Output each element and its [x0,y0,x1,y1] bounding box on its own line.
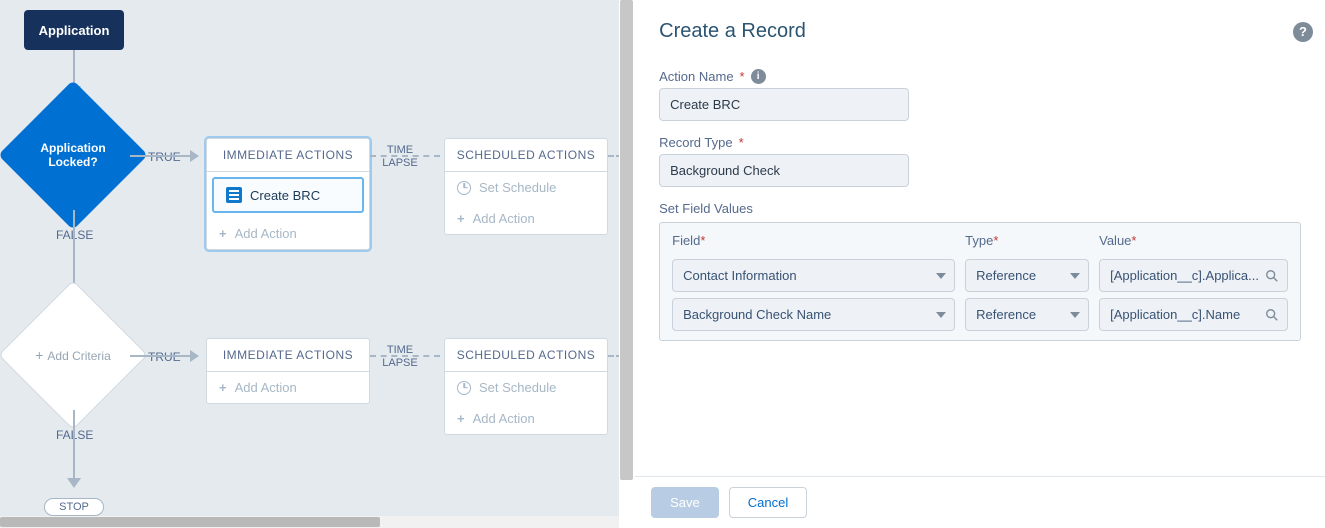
connector [130,155,190,157]
record-type-label: Record Type [659,135,732,150]
record-type-input[interactable]: Background Check [659,154,909,187]
panel-title: Create a Record [659,20,806,43]
chevron-down-icon [1070,273,1080,279]
connector [130,355,190,357]
scheduled-actions-box-2[interactable]: SCHEDULED ACTIONS Set Schedule + Add Act… [444,338,608,435]
plus-icon: + [219,226,227,241]
required-asterisk: * [739,135,744,150]
value-lookup[interactable]: [Application__c].Applica... [1099,259,1288,292]
criteria-node-application-locked[interactable]: Application Locked? [20,102,126,208]
search-icon [1265,308,1279,322]
clock-icon [457,381,471,395]
add-criteria-label: Add Criteria [47,349,110,363]
time-lapse-label: TIME LAPSE [380,144,420,170]
set-schedule-button[interactable]: Set Schedule [445,372,607,403]
set-field-values-label: Set Field Values [659,201,1301,216]
add-action-label: Add Action [473,211,535,226]
process-canvas[interactable]: Application Application Locked? TRUE FAL… [0,0,635,528]
stop-label: STOP [59,501,89,513]
col-field: Field [672,233,700,248]
save-button[interactable]: Save [651,487,719,518]
add-action-button[interactable]: + Add Action [207,372,369,403]
criteria-label: Application [40,141,105,155]
start-node-application[interactable]: Application [24,10,124,50]
chevron-down-icon [936,312,946,318]
chevron-down-icon [936,273,946,279]
field-select[interactable]: Background Check Name [672,298,955,331]
record-icon [226,187,242,203]
horizontal-scrollbar[interactable] [0,516,635,528]
immediate-actions-header: IMMEDIATE ACTIONS [207,139,369,172]
required-asterisk: * [700,233,705,248]
field-row: Contact Information Reference [Applicati… [668,256,1292,295]
col-value: Value [1099,233,1131,248]
field-select[interactable]: Contact Information [672,259,955,292]
time-lapse-label: TIME LAPSE [380,344,420,370]
set-schedule-button[interactable]: Set Schedule [445,172,607,203]
vertical-scrollbar[interactable] [619,0,634,528]
action-name-label: Action Name [659,69,733,84]
arrow-right-icon [190,350,199,362]
scheduled-actions-box-1[interactable]: SCHEDULED ACTIONS Set Schedule + Add Act… [444,138,608,235]
value-lookup[interactable]: [Application__c].Name [1099,298,1288,331]
add-action-label: Add Action [473,411,535,426]
info-icon[interactable]: i [751,69,766,84]
plus-icon: + [35,347,43,363]
branch-true-label: TRUE [148,150,181,164]
arrow-down-icon [67,478,81,488]
start-node-label: Application [39,23,110,38]
immediate-actions-box-1[interactable]: IMMEDIATE ACTIONS Create BRC + Add Actio… [206,138,370,250]
add-action-button[interactable]: + Add Action [207,218,369,249]
connector [73,410,75,480]
type-select[interactable]: Reference [965,259,1089,292]
plus-icon: + [457,211,465,226]
action-item-create-brc[interactable]: Create BRC [212,177,364,213]
field-row: Background Check Name Reference [Applica… [668,295,1292,334]
add-action-label: Add Action [235,380,297,395]
scheduled-actions-header: SCHEDULED ACTIONS [445,339,607,372]
action-name-input[interactable] [659,88,909,121]
search-icon [1265,269,1279,283]
cancel-button[interactable]: Cancel [729,487,807,518]
connector [73,210,75,290]
plus-icon: + [219,380,227,395]
criteria-label: Locked? [48,155,97,169]
branch-true-label: TRUE [148,350,181,364]
immediate-actions-header: IMMEDIATE ACTIONS [207,339,369,372]
action-item-label: Create BRC [250,188,320,203]
col-type: Type [965,233,993,248]
field-values-table: Field* Type* Value* Contact Information … [659,222,1301,341]
chevron-down-icon [1070,312,1080,318]
required-asterisk: * [740,69,745,84]
immediate-actions-box-2[interactable]: IMMEDIATE ACTIONS + Add Action [206,338,370,404]
required-asterisk: * [993,233,998,248]
set-schedule-label: Set Schedule [479,380,556,395]
panel-footer: Save Cancel [635,476,1325,528]
add-action-label: Add Action [235,226,297,241]
help-icon[interactable]: ? [1293,22,1313,42]
plus-icon: + [457,411,465,426]
type-select[interactable]: Reference [965,298,1089,331]
scheduled-actions-header: SCHEDULED ACTIONS [445,139,607,172]
clock-icon [457,181,471,195]
add-action-button[interactable]: + Add Action [445,403,607,434]
arrow-right-icon [190,150,199,162]
stop-node[interactable]: STOP [44,498,104,516]
set-schedule-label: Set Schedule [479,180,556,195]
detail-panel: Create a Record ? Action Name * i Record … [635,0,1325,528]
criteria-node-add-criteria[interactable]: + Add Criteria [20,302,126,408]
add-action-button[interactable]: + Add Action [445,203,607,234]
required-asterisk: * [1131,233,1136,248]
